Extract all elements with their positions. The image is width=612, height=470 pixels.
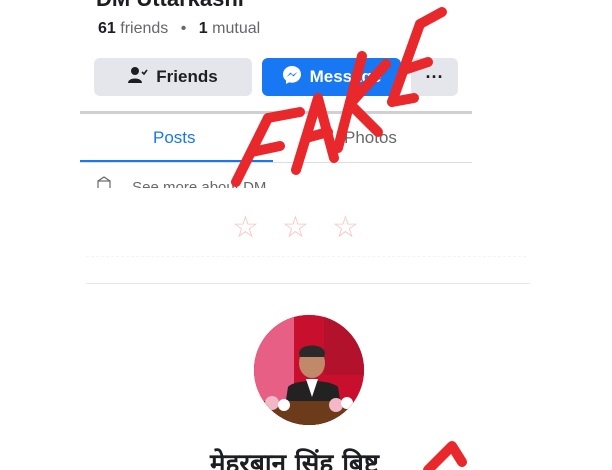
message-button[interactable]: Message: [262, 58, 401, 96]
friends-label: friends: [120, 20, 169, 37]
separator-dot: •: [180, 20, 187, 37]
see-more-row[interactable]: See more about DM: [96, 176, 266, 188]
info-icon: [96, 176, 112, 188]
mutual-label: mutual: [212, 20, 261, 37]
messenger-icon: [282, 65, 302, 90]
profile-avatar[interactable]: [254, 315, 364, 425]
decorative-stars: ☆ ☆ ☆: [232, 210, 372, 244]
section-divider: [86, 283, 530, 284]
more-options-label: ···: [425, 66, 444, 87]
friends-summary[interactable]: 61 friends • 1 mutual: [98, 20, 260, 38]
see-more-label: See more about DM: [132, 179, 267, 188]
friends-button[interactable]: Friends: [94, 58, 252, 96]
header-divider: [80, 111, 472, 114]
more-options-button[interactable]: ···: [411, 58, 458, 96]
message-button-label: Message: [309, 67, 382, 86]
person-check-icon: [128, 66, 148, 89]
tabs-divider: [80, 162, 472, 163]
star-icon: ☆: [332, 211, 359, 244]
friends-button-label: Friends: [156, 67, 218, 86]
mutual-count: 1: [198, 20, 208, 37]
tab-posts[interactable]: Posts: [153, 128, 196, 148]
faint-separator: [86, 256, 526, 266]
profile-name: DM Uttarkashi: [96, 0, 244, 12]
second-profile-name: मेहरबान सिंह बिष्ट: [210, 449, 379, 470]
star-icon: ☆: [232, 211, 259, 244]
tab-photos[interactable]: Photos: [344, 128, 397, 148]
star-icon: ☆: [282, 211, 309, 244]
friends-count: 61: [98, 20, 116, 37]
